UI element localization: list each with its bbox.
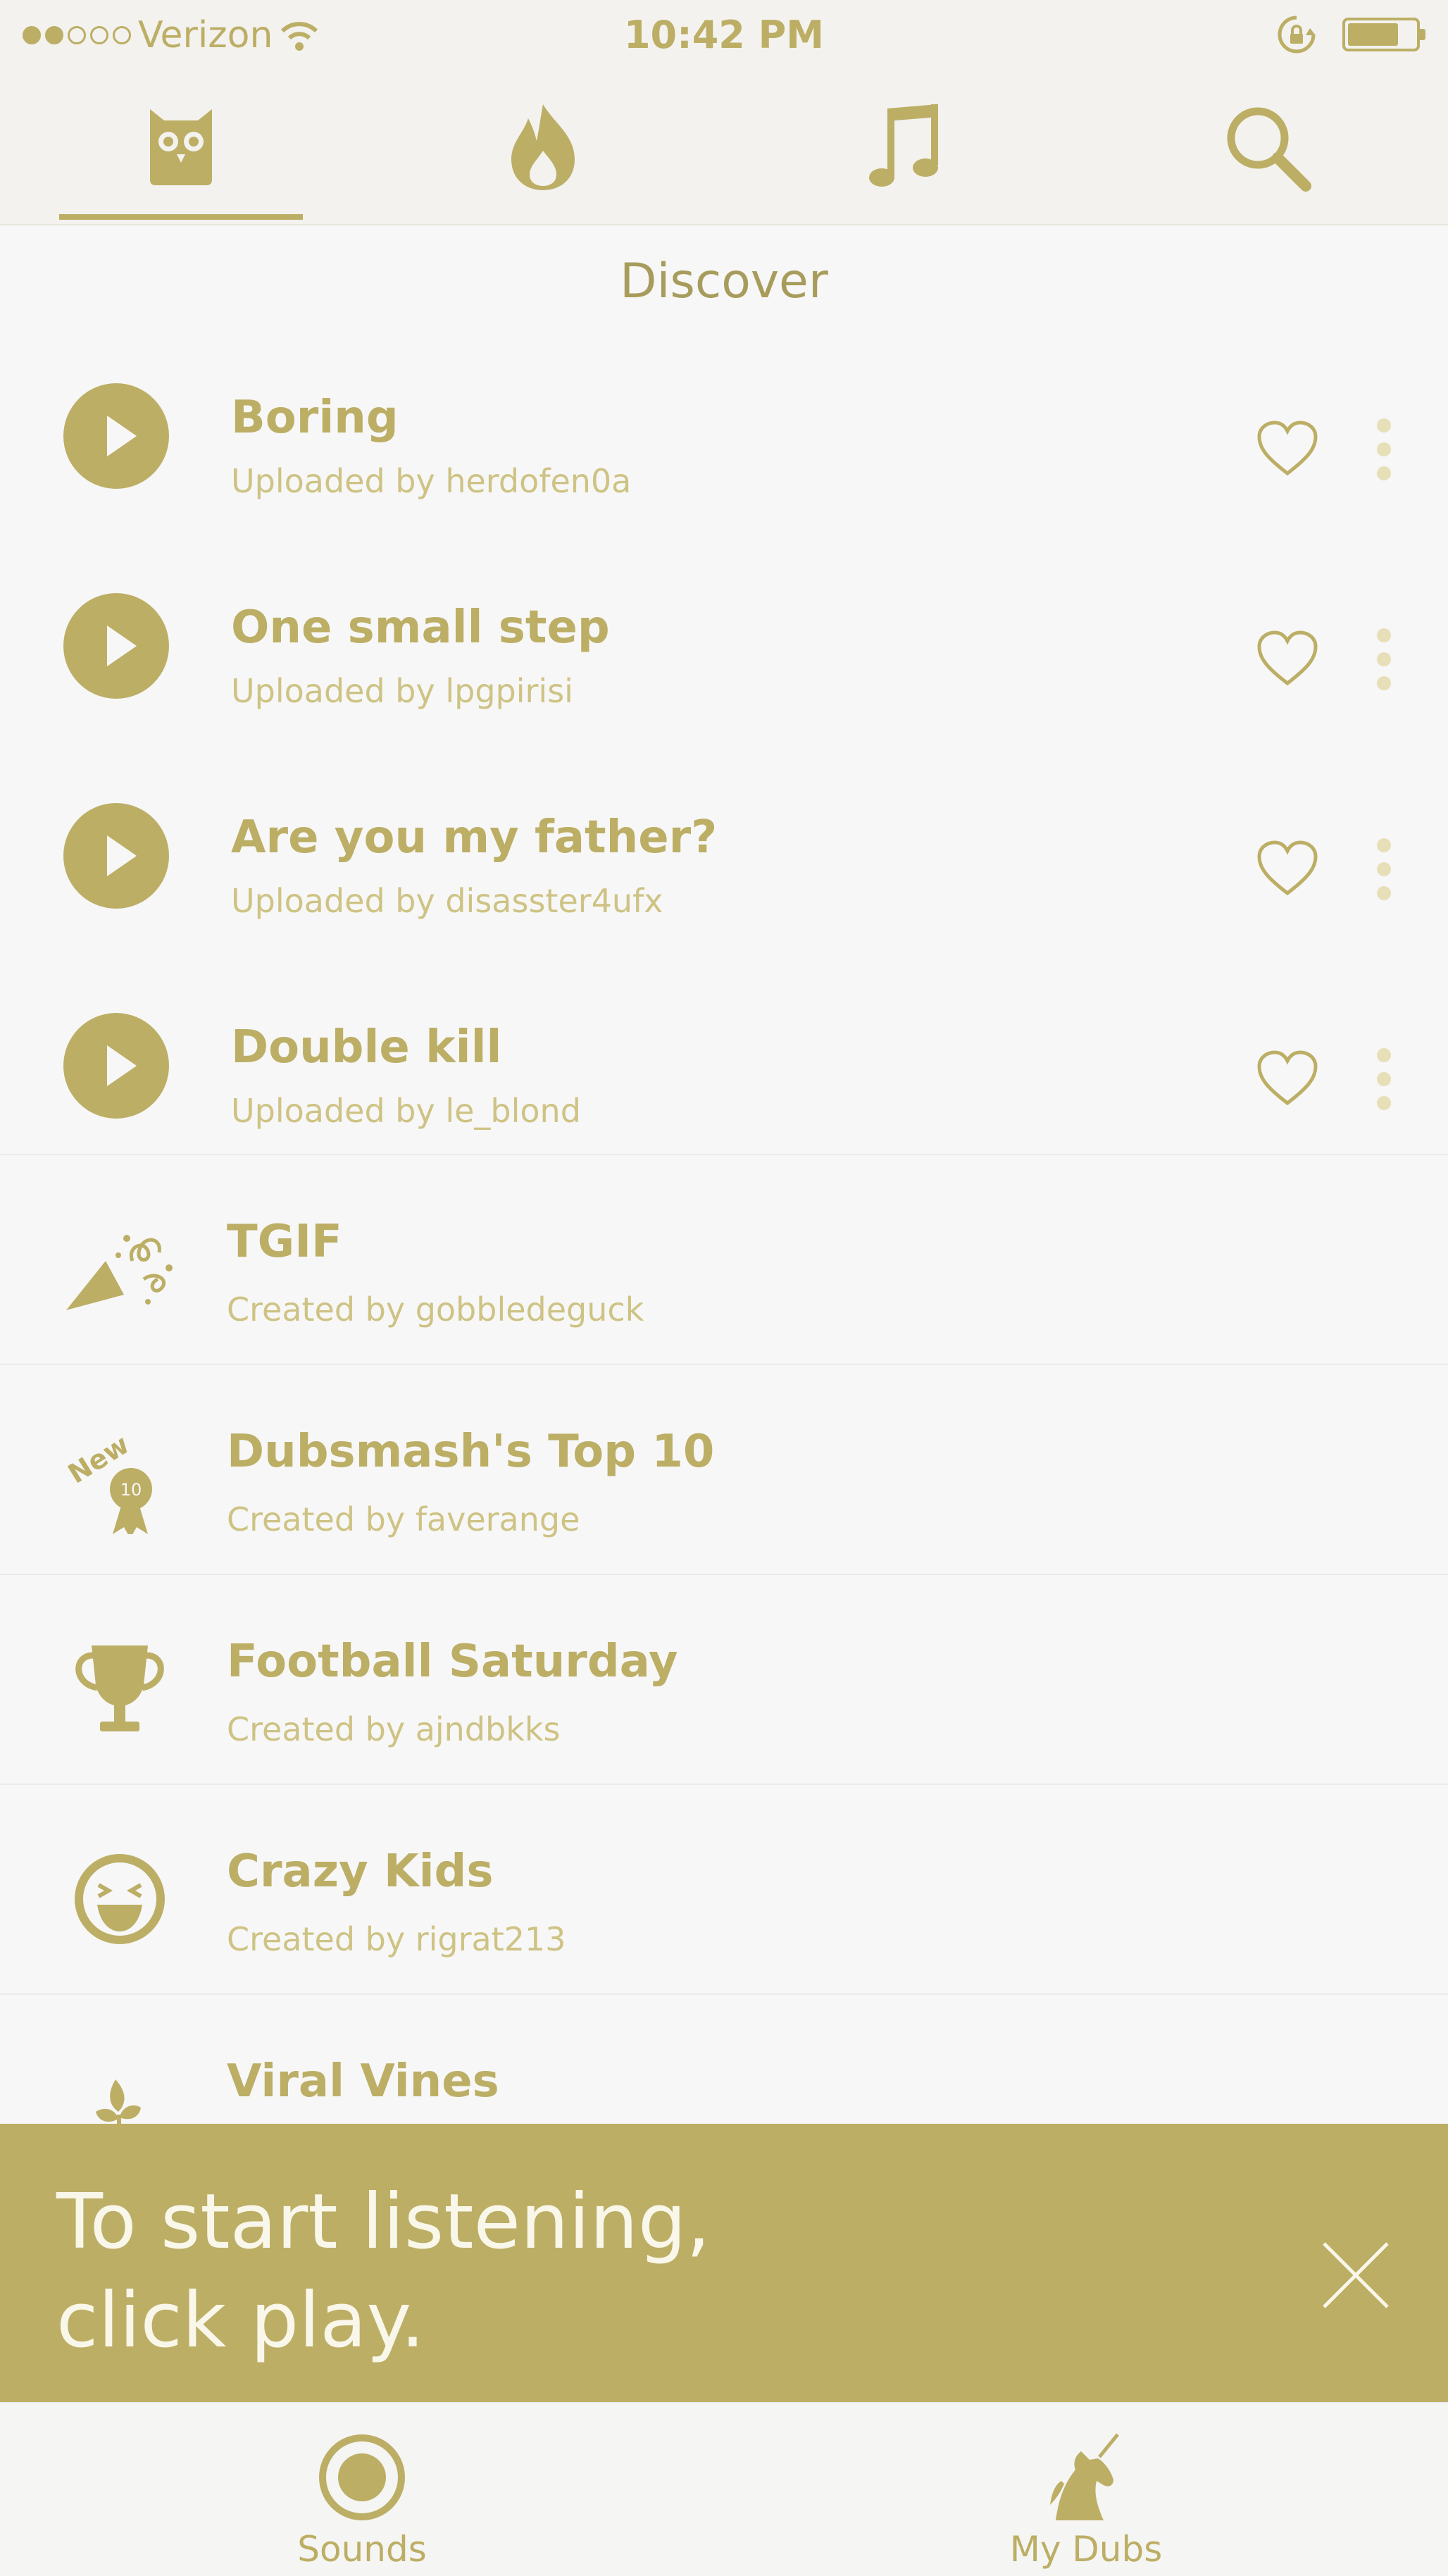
music-note-icon	[869, 104, 938, 187]
sound-row[interactable]: Boring Uploaded by herdofen0a	[0, 316, 1448, 525]
sound-row[interactable]: One small step Uploaded by lpgpirisi	[0, 525, 1448, 735]
status-time: 10:42 PM	[623, 13, 824, 57]
hint-banner: To start listening, click play.	[0, 2124, 1448, 2402]
sound-uploader: Uploaded by lpgpirisi	[231, 672, 573, 710]
tab-label: My Dubs	[1009, 2529, 1163, 2570]
laughing-face-icon	[75, 1854, 165, 1944]
tab-music[interactable]	[724, 70, 1086, 224]
sounds-record-icon	[319, 2434, 405, 2520]
collection-creator: Created by rigrat213	[227, 1920, 566, 1958]
more-options-icon[interactable]	[1373, 418, 1394, 482]
close-icon[interactable]	[1317, 2236, 1394, 2314]
collection-title: Football Saturday	[227, 1636, 678, 1688]
collection-row[interactable]: Football Saturday Created by ajndbkks	[0, 1574, 1448, 1785]
heart-icon[interactable]	[1255, 628, 1320, 687]
tab-search[interactable]	[1086, 70, 1448, 224]
collection-creator: Created by faverange	[227, 1500, 580, 1538]
tab-trending[interactable]	[362, 70, 724, 224]
collection-row[interactable]: Crazy Kids Created by rigrat213	[0, 1784, 1448, 1995]
collection-title: Dubsmash's Top 10	[227, 1426, 715, 1478]
search-icon	[1227, 107, 1311, 192]
page-title: Discover	[620, 254, 828, 309]
collection-row[interactable]: TGIF Created by gobbledeguck	[0, 1154, 1448, 1365]
top-nav	[0, 70, 1448, 225]
play-button[interactable]	[63, 593, 169, 699]
hint-text: To start listening, click play.	[56, 2173, 1113, 2370]
award-number-text: 10	[120, 1480, 142, 1500]
sound-row[interactable]: Are you my father? Uploaded by disasster…	[0, 735, 1448, 945]
unicorn-icon	[1050, 2433, 1119, 2520]
tab-label: Sounds	[297, 2529, 427, 2570]
sound-title: Double kill	[231, 1021, 502, 1074]
sound-row[interactable]: Double kill Uploaded by le_blond	[0, 945, 1448, 1155]
sound-uploader: Uploaded by disasster4ufx	[231, 882, 663, 920]
new-award-ribbon-icon: New 10	[63, 1429, 152, 1534]
sound-uploader: Uploaded by le_blond	[231, 1092, 581, 1130]
play-button[interactable]	[63, 803, 169, 909]
collection-creator: Created by gobbledeguck	[227, 1290, 644, 1329]
battery-icon	[1342, 18, 1425, 51]
collection-title: Crazy Kids	[227, 1846, 494, 1898]
more-options-icon[interactable]	[1373, 838, 1394, 902]
flame-icon	[511, 104, 575, 190]
party-horn-icon	[66, 1235, 173, 1310]
hint-line-2: click play.	[56, 2277, 425, 2365]
status-bar: Verizon 10:42 PM	[0, 0, 1448, 70]
more-options-icon[interactable]	[1373, 1048, 1394, 1112]
trophy-icon	[75, 1645, 164, 1731]
rotation-lock-icon	[1278, 15, 1316, 54]
sound-title: Are you my father?	[231, 811, 718, 864]
hint-line-1: To start listening,	[56, 2178, 711, 2266]
collection-title: Viral Vines	[227, 2055, 499, 2108]
sound-uploader: Uploaded by herdofen0a	[231, 462, 632, 500]
collection-title: TGIF	[227, 1216, 342, 1268]
heart-icon[interactable]	[1255, 838, 1320, 897]
owl-icon	[150, 109, 212, 185]
collection-creator: Created by ajndbkks	[227, 1710, 561, 1748]
tab-my-dubs[interactable]: My Dubs	[724, 2403, 1448, 2576]
more-options-icon[interactable]	[1373, 628, 1394, 692]
collection-row[interactable]: New 10 Dubsmash's Top 10 Created by fave…	[0, 1364, 1448, 1575]
play-button[interactable]	[63, 1013, 169, 1119]
heart-icon[interactable]	[1255, 418, 1320, 478]
play-button[interactable]	[63, 383, 169, 489]
tab-sounds[interactable]: Sounds	[0, 2403, 724, 2576]
heart-icon[interactable]	[1255, 1048, 1320, 1107]
sound-title: One small step	[231, 602, 610, 654]
bottom-tab-bar: Sounds My Dubs	[0, 2402, 1448, 2576]
tab-discover[interactable]	[0, 70, 362, 224]
sound-title: Boring	[231, 392, 399, 444]
